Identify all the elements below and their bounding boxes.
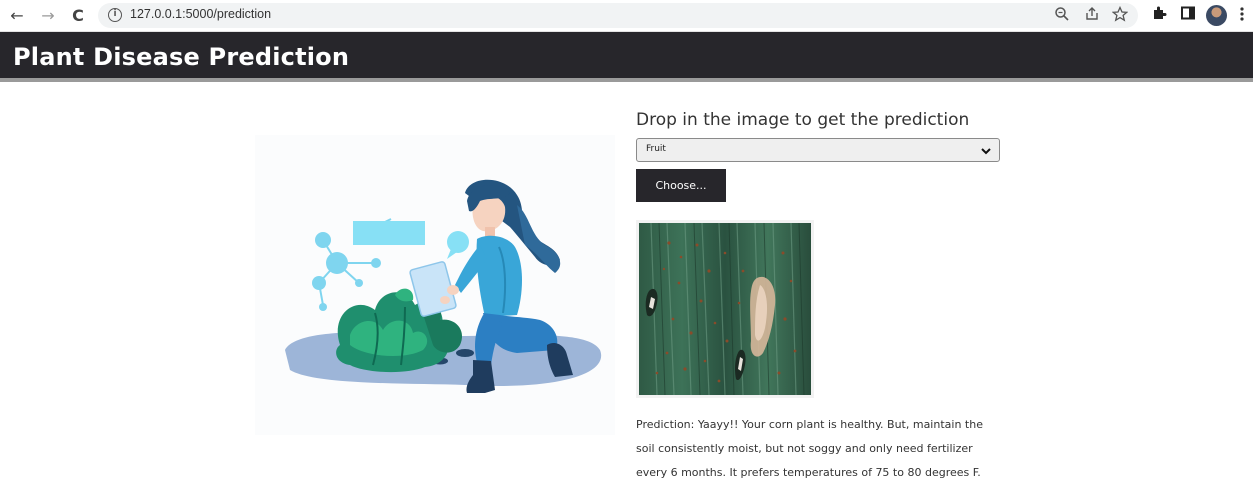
app-header: Plant Disease Prediction [0,32,1253,82]
sidepanel-icon[interactable] [1177,5,1199,27]
share-icon[interactable] [1082,6,1102,26]
app-title: Plant Disease Prediction [13,43,350,71]
zoom-icon[interactable] [1052,6,1072,26]
star-icon[interactable] [1110,5,1130,26]
extensions-icon[interactable] [1148,5,1170,27]
profile-avatar[interactable] [1206,5,1227,26]
uploaded-leaf-image [636,220,814,398]
gardener-illustration [255,135,615,435]
choose-file-button[interactable]: Choose... [636,169,726,202]
menu-icon[interactable] [1236,5,1248,27]
address-url[interactable]: 127.0.0.1:5000/prediction [130,7,271,21]
back-icon[interactable]: ← [6,5,28,27]
chevron-down-icon [979,143,993,157]
category-select[interactable]: Fruit [636,138,1000,162]
address-bar[interactable]: i 127.0.0.1:5000/prediction [98,3,1138,28]
reload-icon[interactable]: C [67,5,89,27]
prediction-text: Prediction: Yaayy!! Your corn plant is h… [636,418,983,479]
drop-heading: Drop in the image to get the prediction [636,110,970,130]
forward-icon[interactable]: → [37,5,59,27]
category-select-value: Fruit [646,144,666,154]
browser-toolbar: ← → C i 127.0.0.1:5000/prediction [0,0,1253,32]
info-icon[interactable]: i [108,8,122,22]
